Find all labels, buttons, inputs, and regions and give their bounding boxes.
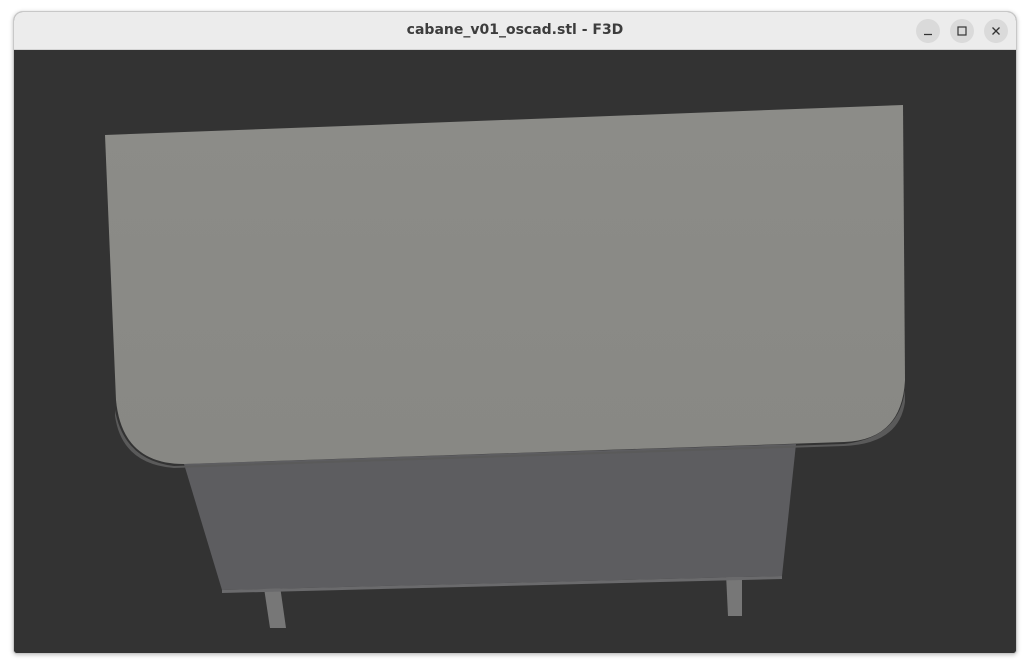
window-title: cabane_v01_oscad.stl - F3D xyxy=(406,22,624,38)
model-top-face xyxy=(105,105,905,464)
close-button[interactable] xyxy=(984,19,1008,43)
f3d-window: cabane_v01_oscad.stl - F3D xyxy=(13,11,1017,654)
title-bar[interactable]: cabane_v01_oscad.stl - F3D xyxy=(14,12,1016,50)
minimize-icon xyxy=(924,33,932,36)
close-icon xyxy=(992,27,1000,35)
maximize-icon xyxy=(957,26,967,36)
model-side-face xyxy=(184,444,796,590)
3d-viewport[interactable] xyxy=(14,50,1016,653)
model-leg-left xyxy=(264,586,286,628)
maximize-button[interactable] xyxy=(950,19,974,43)
minimize-button[interactable] xyxy=(916,19,940,43)
model-render xyxy=(105,105,905,628)
